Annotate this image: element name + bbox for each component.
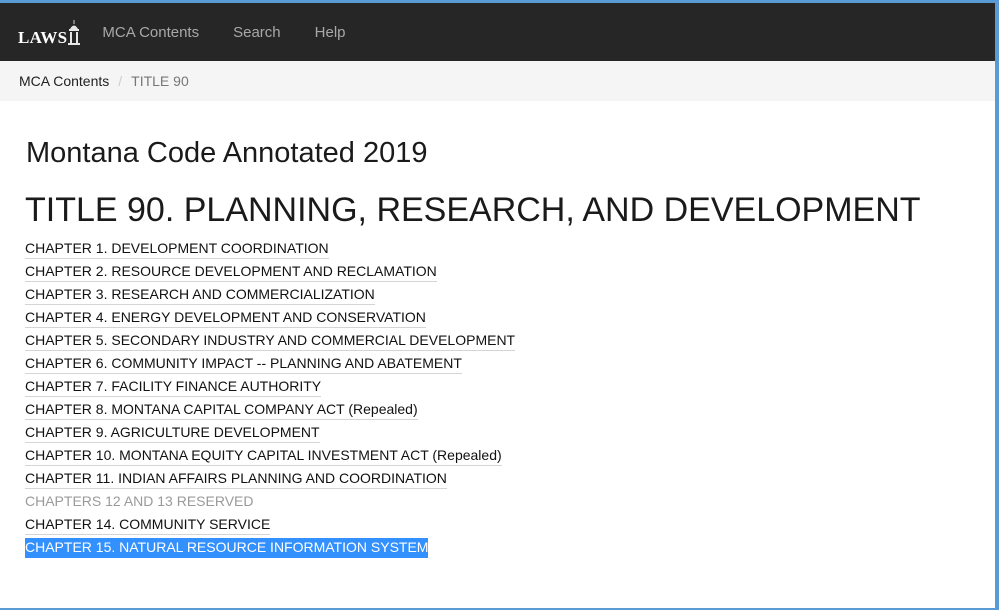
list-item: CHAPTER 3. RESEARCH AND COMMERCIALIZATIO… [25, 284, 995, 307]
main-content: Montana Code Annotated 2019 TITLE 90. PL… [0, 136, 995, 560]
browser-page: LAWS MCA Contents Search Help MCA Conten… [0, 3, 995, 608]
chapter-9-link[interactable]: CHAPTER 9. AGRICULTURE DEVELOPMENT [25, 423, 320, 443]
breadcrumb: MCA Contents / TITLE 90 [0, 61, 995, 101]
chapter-14-link[interactable]: CHAPTER 14. COMMUNITY SERVICE [25, 515, 271, 535]
list-item: CHAPTERS 12 AND 13 RESERVED [25, 491, 995, 514]
chapter-1-link[interactable]: CHAPTER 1. DEVELOPMENT COORDINATION [25, 239, 329, 259]
chapter-3-link[interactable]: CHAPTER 3. RESEARCH AND COMMERCIALIZATIO… [25, 285, 375, 305]
list-item: CHAPTER 8. MONTANA CAPITAL COMPANY ACT (… [25, 399, 995, 422]
breadcrumb-current: TITLE 90 [131, 73, 189, 89]
list-item: CHAPTER 5. SECONDARY INDUSTRY AND COMMER… [25, 330, 995, 353]
chapter-10-link[interactable]: CHAPTER 10. MONTANA EQUITY CAPITAL INVES… [25, 446, 502, 466]
chapters-12-13-reserved: CHAPTERS 12 AND 13 RESERVED [25, 493, 254, 509]
nav-help[interactable]: Help [315, 24, 346, 41]
laws-logo[interactable]: LAWS [18, 20, 81, 48]
logo-text: LAWS [18, 28, 68, 47]
list-item: CHAPTER 10. MONTANA EQUITY CAPITAL INVES… [25, 445, 995, 468]
page-title: Montana Code Annotated 2019 [26, 137, 428, 169]
chapter-5-link[interactable]: CHAPTER 5. SECONDARY INDUSTRY AND COMMER… [25, 331, 516, 351]
top-navbar: LAWS MCA Contents Search Help [0, 3, 995, 61]
chapter-4-link[interactable]: CHAPTER 4. ENERGY DEVELOPMENT AND CONSER… [25, 308, 426, 328]
breadcrumb-mca-contents[interactable]: MCA Contents [19, 73, 109, 89]
list-item: CHAPTER 15. NATURAL RESOURCE INFORMATION… [25, 537, 995, 560]
title-heading: TITLE 90. PLANNING, RESEARCH, AND DEVELO… [25, 191, 921, 229]
list-item: CHAPTER 4. ENERGY DEVELOPMENT AND CONSER… [25, 307, 995, 330]
list-item: CHAPTER 11. INDIAN AFFAIRS PLANNING AND … [25, 468, 995, 491]
chapter-list: CHAPTER 1. DEVELOPMENT COORDINATION CHAP… [25, 238, 995, 560]
chapter-7-link[interactable]: CHAPTER 7. FACILITY FINANCE AUTHORITY [25, 377, 322, 397]
list-item: CHAPTER 6. COMMUNITY IMPACT -- PLANNING … [25, 353, 995, 376]
list-item: CHAPTER 9. AGRICULTURE DEVELOPMENT [25, 422, 995, 445]
chapter-11-link[interactable]: CHAPTER 11. INDIAN AFFAIRS PLANNING AND … [25, 469, 447, 489]
breadcrumb-separator: / [118, 73, 123, 89]
nav-mca-contents[interactable]: MCA Contents [102, 24, 199, 41]
chapter-15-link[interactable]: CHAPTER 15. NATURAL RESOURCE INFORMATION… [25, 538, 429, 558]
chapter-2-link[interactable]: CHAPTER 2. RESOURCE DEVELOPMENT AND RECL… [25, 262, 437, 282]
list-item: CHAPTER 1. DEVELOPMENT COORDINATION [25, 238, 995, 261]
chapter-8-link[interactable]: CHAPTER 8. MONTANA CAPITAL COMPANY ACT (… [25, 400, 418, 420]
chapter-6-link[interactable]: CHAPTER 6. COMMUNITY IMPACT -- PLANNING … [25, 354, 462, 374]
list-item: CHAPTER 14. COMMUNITY SERVICE [25, 514, 995, 537]
nav-search[interactable]: Search [233, 24, 281, 41]
capitol-dome-icon [68, 20, 81, 45]
list-item: CHAPTER 7. FACILITY FINANCE AUTHORITY [25, 376, 995, 399]
list-item: CHAPTER 2. RESOURCE DEVELOPMENT AND RECL… [25, 261, 995, 284]
